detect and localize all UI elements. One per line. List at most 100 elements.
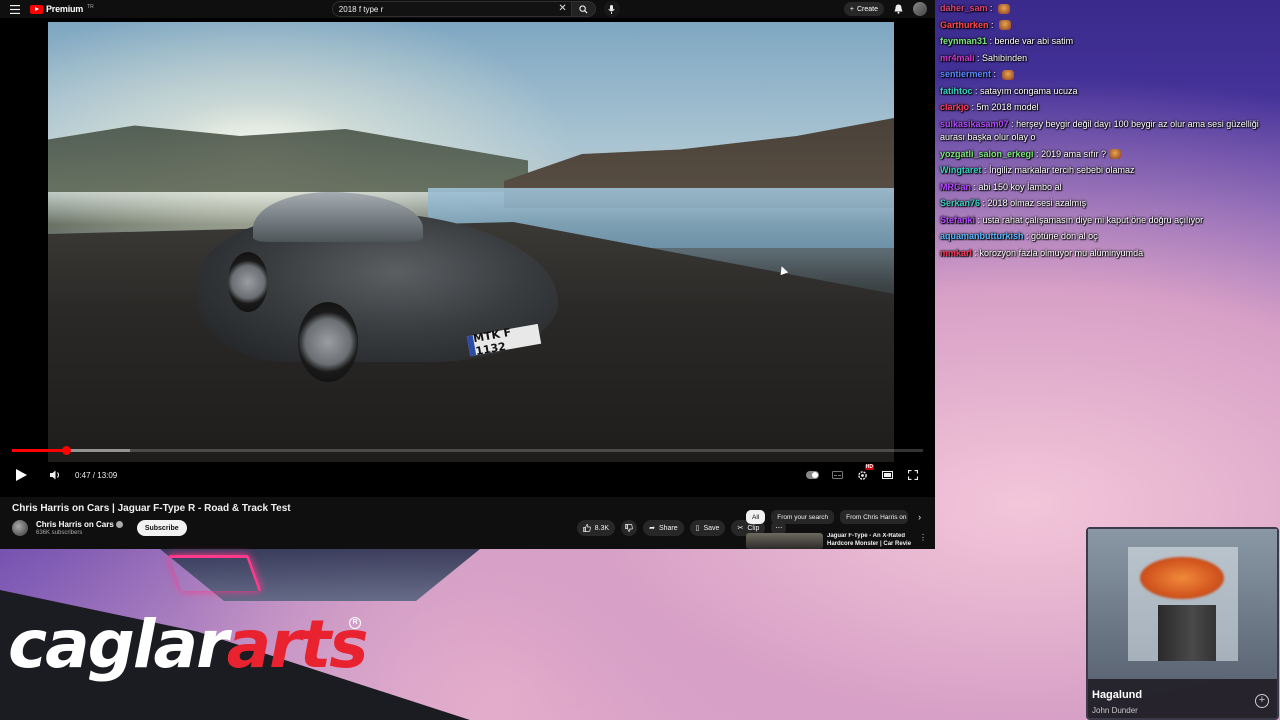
chat-username[interactable]: daher_sam [940,3,988,13]
chat-separator: : [980,198,988,208]
chat-separator: : [974,52,983,63]
save-button[interactable]: ▯ Save [689,520,726,536]
dislike-button[interactable] [621,520,638,536]
chat-message: MRCan : abi 150 koy İambo al [940,179,1277,196]
chat-text: satayım congama ucuza [980,85,1078,96]
theater-mode-icon[interactable] [881,469,894,482]
chevron-right-icon[interactable]: › [918,512,921,522]
chat-emote-icon [998,3,1011,14]
scissors-icon: ✂ [737,525,744,532]
youtube-window: Premium TR 2018 f type r ✕ + Create MTK … [0,0,935,549]
chat-username[interactable]: sulkasikasam07 [940,119,1009,129]
volume-icon[interactable] [49,468,63,482]
chip-from-your-search[interactable]: From your search [771,510,835,524]
like-button[interactable]: 8.3K [576,520,616,536]
like-count: 8.3K [594,524,610,532]
chat-emote-icon [999,20,1012,31]
chat-message: mmkarl : korozyon fazla olmuyor mu alümi… [940,245,1277,261]
toggle-switch-icon [806,471,819,479]
chat-username[interactable]: aquamanbutturkish [940,231,1024,241]
chat-text: korozyon fazla olmuyor mu alüminyumda [979,247,1144,258]
album-art-background [1088,529,1277,679]
chip-from-channel[interactable]: From Chris Harris on C [840,510,909,524]
chat-username[interactable]: Garthurken [940,20,989,30]
jaguar-car: MTK F 1132 [198,192,558,382]
video-player[interactable]: MTK F 1132 0:47 / 13:09 HD [0,18,935,497]
logo-part-white: caglar [8,606,229,683]
youtube-logo[interactable]: Premium TR [30,4,94,14]
track-title: Hagalund [1092,689,1143,701]
video-frame[interactable]: MTK F 1132 [48,22,894,462]
notifications-bell-icon[interactable] [894,4,903,14]
play-icon[interactable] [16,469,27,481]
share-arrow-icon: ➦ [649,525,655,532]
chat-username[interactable]: mmkarl [940,248,972,258]
chat-separator: : [987,3,996,13]
chat-username[interactable]: feynman31 [940,36,987,46]
chat-username[interactable]: sentierment [940,69,991,79]
chat-text: götüne don al oç [1031,231,1098,241]
chat-username[interactable]: Stefanki [940,215,975,225]
car-front-wheel [298,302,358,382]
create-button[interactable]: + Create [843,2,884,16]
caglararts-logo: caglararts [8,605,369,685]
logo-part-red: arts [226,606,369,683]
chip-all[interactable]: All [746,510,766,524]
chat-username[interactable]: mr4mali [940,53,975,63]
hamburger-menu-icon[interactable] [8,2,22,16]
album-art-moon [1140,557,1224,599]
share-label: Share [658,524,678,532]
channel-info: Chris Harris on Cars 636K subscribers [36,520,123,536]
album-art-tower [1158,605,1216,661]
search-bar: 2018 f type r ✕ [331,1,620,17]
recommended-video[interactable]: Jaguar F-Type - An X-Rated Hardcore Mons… [746,533,931,549]
search-button[interactable] [571,1,596,17]
settings-gear-icon[interactable]: HD [856,463,874,482]
verified-icon [115,521,123,528]
chat-text: 2018 olmaz sesi azalmış [987,198,1087,208]
clear-search-icon[interactable]: ✕ [558,3,566,14]
more-vertical-icon[interactable]: ⋮ [919,533,927,549]
add-plus-icon[interactable]: + [1255,694,1269,708]
subscribe-button[interactable]: Subscribe [136,520,187,536]
voice-search-button[interactable] [603,1,620,17]
channel-name-row[interactable]: Chris Harris on Cars [36,520,123,529]
chat-message: daher_sam : [940,0,1277,17]
hd-badge: HD [864,463,874,470]
chat-username[interactable]: MRCan [940,182,971,192]
recommended-thumbnail[interactable] [746,533,823,549]
chat-message: yozgatli_salon_erkegi : 2019 ama sıfır ? [940,146,1277,163]
search-input[interactable]: 2018 f type r ✕ [331,1,572,17]
fullscreen-icon[interactable] [906,469,919,482]
share-button[interactable]: ➦ Share [643,520,684,536]
chat-separator: : [991,69,999,79]
track-artist: John Dunder [1092,706,1138,715]
chat-text: 5m 2018 model [976,102,1039,112]
progress-scrubber-handle[interactable] [62,446,72,455]
recommended-title[interactable]: Jaguar F-Type - An X-Rated Hardcore Mons… [827,533,915,549]
logo-text: Premium [46,4,84,14]
chat-username[interactable]: yozgatli_salon_erkegi [940,149,1034,159]
youtube-play-logo-icon [30,4,43,14]
chat-message: sulkasikasam07 : herşey beygir değil day… [940,116,1277,146]
chat-username[interactable]: clarkjo [940,102,969,112]
chat-text: usta rahat çalışamasın diye mi kaput öne… [982,214,1204,225]
chat-message: sentierment : [940,66,1277,83]
clip-label: Clip [747,524,760,532]
thumbs-up-icon [582,524,591,532]
bookmark-icon: ▯ [695,525,700,532]
chat-separator: : [987,36,995,46]
account-avatar[interactable] [913,2,927,16]
chat-message: clarkjo : 5m 2018 model [940,99,1277,116]
progress-bar[interactable] [12,446,923,455]
chat-username[interactable]: Wingtaret [940,165,981,175]
channel-avatar[interactable] [12,520,28,536]
chat-message: Serkan76 : 2018 olmaz sesi azalmış [940,195,1277,212]
save-label: Save [703,524,720,532]
chat-username[interactable]: Serkan76 [940,198,980,208]
autoplay-toggle[interactable] [806,469,819,482]
chat-overlay: daher_sam : Garthurken : feynman31 : ben… [935,0,1280,260]
chat-separator: : [1033,148,1042,159]
chat-username[interactable]: fatihtoc [940,86,973,96]
subtitles-icon[interactable] [831,469,844,482]
